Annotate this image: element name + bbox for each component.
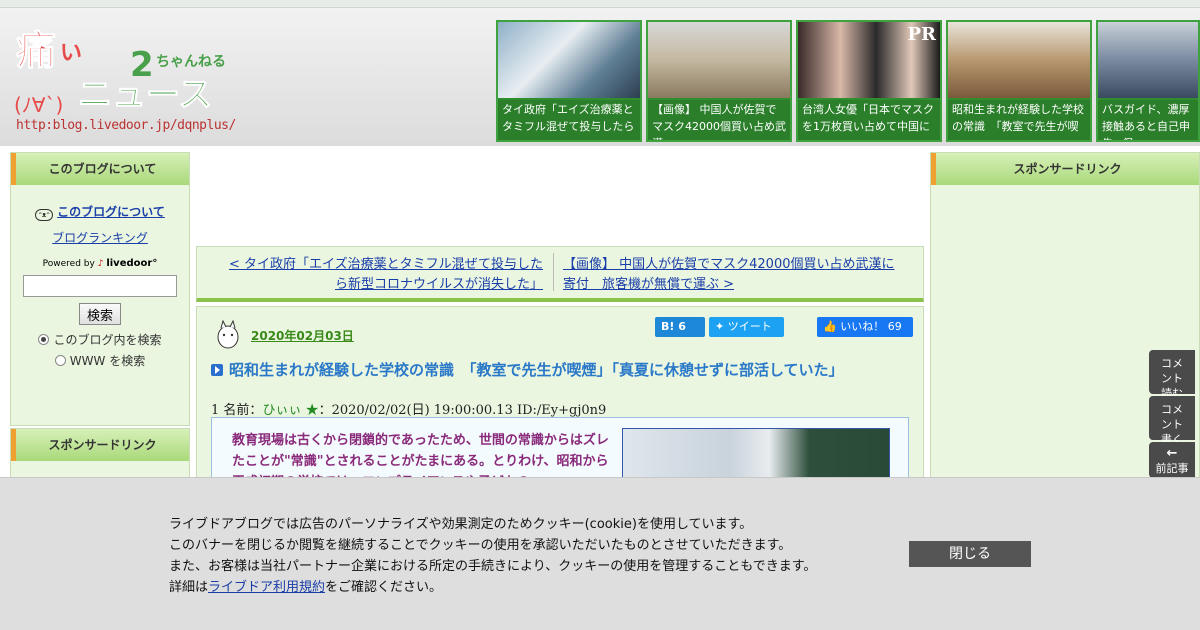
radio-www-label: WWW を検索 (69, 354, 146, 368)
cookie-line-1: ライブドアブログでは広告のパーソナライズや効果測定のためクッキー(cookie)… (169, 517, 753, 532)
face-icon: ᵔᴥᵔ (35, 209, 54, 221)
thumb-caption: 【画像】 中国人が佐賀でマスク42000個買い占め武漢 (648, 100, 790, 140)
thumb-image (648, 22, 790, 98)
logo-url-text: http:blog.livedoor.jp/dqnplus/ (16, 118, 236, 133)
prev-post-button[interactable]: ← 前記事 (1149, 442, 1195, 478)
res-name: ひぃぃ ★ (262, 403, 319, 418)
cookie-close-button[interactable]: 閉じる (909, 541, 1031, 567)
res-meta: ：2020/02/02(日) 19:00:00.13 ID:/Ey+gj0n9 (318, 403, 607, 418)
cookie-line-2: このバナーを閉じるか閲覧を継続することでクッキーの使用を承認いただいたものとさせ… (169, 538, 792, 553)
hatena-bookmark-button[interactable]: B! 6 (655, 317, 705, 337)
res-number: 1 (211, 403, 220, 418)
facebook-like-button[interactable]: 👍 いいね！ 69 (817, 317, 913, 337)
play-icon (211, 364, 223, 376)
left-sponsor-heading: スポンサードリンク (11, 429, 189, 461)
logo-image: 痛 い (ﾉ∀`) ニュース 2 ちゃんねる (14, 28, 226, 118)
headline-thumb-5[interactable]: バスガイド、濃厚接触あると自己申告→保 (1096, 20, 1200, 142)
svg-text:い: い (60, 41, 82, 66)
svg-text:2: 2 (130, 45, 154, 85)
write-comment-label: コメント書く (1161, 403, 1183, 446)
blog-search-input[interactable] (23, 275, 177, 297)
thumb-image (1098, 22, 1198, 98)
svg-text:痛: 痛 (16, 28, 56, 74)
thumb-caption: 昭和生まれが経験した学校の常識 「教室で先生が喫 (948, 100, 1090, 140)
read-comments-button[interactable]: コメント読む (1149, 350, 1195, 400)
thumb-caption: 台湾人女優「日本でマスクを1万枚買い占めて中国に (798, 100, 940, 140)
cookie-line-4-suffix: をご確認ください。 (325, 580, 443, 595)
res-name-label: 名前： (223, 403, 263, 418)
cookie-text: ライブドアブログでは広告のパーソナライズや効果測定のためクッキー(cookie)… (169, 514, 889, 598)
livedoor-label: livedoor° (106, 258, 158, 269)
search-button[interactable]: 検索 (79, 303, 121, 325)
headline-thumbnails: タイ政府「エイズ治療薬とタミフル混ぜて投与したら 【画像】 中国人が佐賀でマスク… (496, 20, 1200, 142)
radio-www[interactable] (54, 355, 66, 366)
thumb-image (498, 22, 640, 98)
powered-by-label: Powered by (42, 259, 95, 269)
about-box: このブログについて ᵔᴥᵔ このブログについて ブログランキング Powered … (10, 152, 190, 426)
cookie-line-4-prefix: 詳細は (169, 580, 209, 595)
svg-text:ちゃんねる: ちゃんねる (156, 54, 226, 70)
arrow-left-icon: ← (1166, 446, 1178, 461)
post-title-text: 昭和生まれが経験した学校の常識 「教室で先生が喫煙」「真夏に休憩せずに部活してい… (229, 361, 844, 379)
post-title: 昭和生まれが経験した学校の常識 「教室で先生が喫煙」「真夏に休憩せずに部活してい… (211, 359, 911, 381)
read-comments-label: コメント読む (1161, 357, 1183, 400)
header: 痛 い (ﾉ∀`) ニュース 2 ちゃんねる http:blog.livedoo… (0, 8, 1200, 146)
thumb-caption: バスガイド、濃厚接触あると自己申告→保 (1098, 100, 1198, 140)
top-stripe (0, 0, 1200, 8)
like-label: いいね！ 69 (840, 320, 902, 333)
prev-next-nav: < タイ政府「エイズ治療薬とタミフル混ぜて投与したら新型コロナウイルスが消失した… (196, 246, 924, 302)
ad-space (196, 152, 924, 242)
terms-link[interactable]: ライブドア利用規約 (208, 580, 325, 595)
about-link[interactable]: ᵔᴥᵔ このブログについて (11, 203, 189, 221)
thumbs-up-icon: 👍 (823, 320, 841, 333)
pr-badge: PR (907, 24, 937, 45)
radio-blog-label: このブログ内を検索 (53, 333, 162, 347)
svg-text:(ﾉ∀`): (ﾉ∀`) (14, 93, 63, 117)
headline-thumb-1[interactable]: タイ政府「エイズ治療薬とタミフル混ぜて投与したら (496, 20, 642, 142)
headline-thumb-3[interactable]: PR 台湾人女優「日本でマスクを1万枚買い占めて中国に (796, 20, 942, 142)
prev-post-label: 前記事 (1155, 462, 1189, 475)
headline-thumb-2[interactable]: 【画像】 中国人が佐賀でマスク42000個買い占め武漢 (646, 20, 792, 142)
write-comment-button[interactable]: コメント書く (1149, 396, 1195, 446)
next-article-link[interactable]: 【画像】 中国人が佐賀でマスク42000個買い占め武漢に寄付 旅客機が無償で運ぶ… (563, 255, 903, 295)
mascot-icon (217, 319, 239, 349)
post-date[interactable]: 2020年02月03日 (251, 327, 354, 344)
thumb-caption: タイ政府「エイズ治療薬とタミフル混ぜて投与したら (498, 100, 640, 140)
prev-article-link[interactable]: < タイ政府「エイズ治療薬とタミフル混ぜて投与したら新型コロナウイルスが消失した… (217, 255, 543, 295)
thumb-image (948, 22, 1090, 98)
cookie-banner: ライブドアブログでは広告のパーソナライズや効果測定のためクッキー(cookie)… (0, 477, 1200, 630)
about-heading: このブログについて (11, 153, 189, 185)
about-link-label: このブログについて (57, 205, 165, 219)
cookie-line-4: 詳細はライブドア利用規約をご確認ください。 (169, 577, 889, 598)
nav-divider (553, 253, 554, 291)
right-sponsor-heading: スポンサードリンク (931, 153, 1199, 185)
headline-thumb-4[interactable]: 昭和生まれが経験した学校の常識 「教室で先生が喫 (946, 20, 1092, 142)
radio-blog-row[interactable]: このブログ内を検索 (11, 331, 189, 348)
response-header: 1 名前：ひぃぃ ★：2020/02/02(日) 19:00:00.13 ID:… (211, 399, 606, 418)
livedoor-icon: ♪ (97, 259, 104, 269)
tweet-button[interactable]: ✦ ツイート (709, 317, 784, 337)
powered-by-livedoor: Powered by ♪ livedoor° (11, 258, 189, 269)
radio-blog[interactable] (38, 334, 50, 345)
ranking-link[interactable]: ブログランキング (11, 229, 189, 246)
cookie-line-3: また、お客様は当社パートナー企業における所定の手続きにより、クッキーの使用を管理… (169, 559, 817, 574)
twitter-bird-icon: ✦ (715, 320, 728, 333)
radio-www-row[interactable]: WWW を検索 (11, 352, 189, 369)
tweet-label: ツイート (727, 320, 772, 333)
